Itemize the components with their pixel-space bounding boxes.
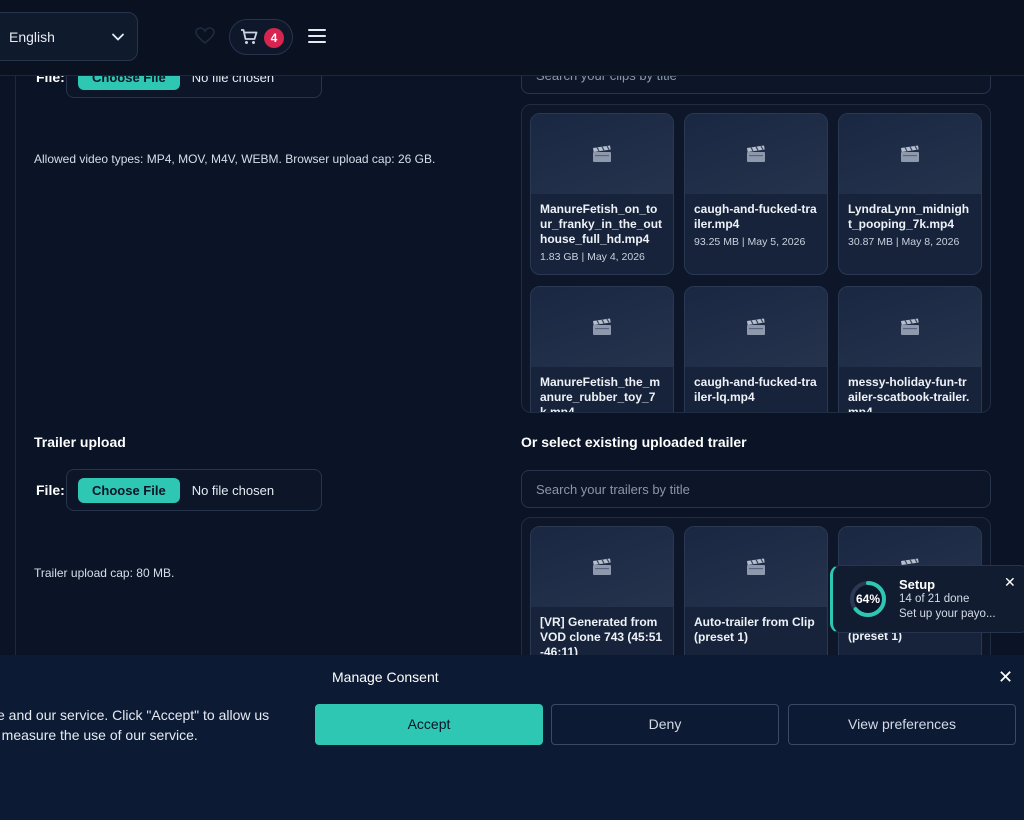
clip-meta: 1.83 GB | May 4, 2026 [540, 251, 645, 263]
close-icon[interactable]: ✕ [998, 667, 1013, 688]
clip-card[interactable]: caugh-and-fucked-trailer-lq.mp4 [684, 286, 828, 412]
clip-card[interactable]: LyndraLynn_midnight_pooping_7k.mp4 30.87… [838, 113, 982, 275]
heart-icon[interactable] [195, 27, 215, 45]
language-select[interactable]: English [0, 12, 138, 61]
trailer-file-row: File: Choose File No file chosen [36, 469, 322, 511]
clip-title: LyndraLynn_midnight_pooping_7k.mp4 [848, 202, 970, 231]
consent-banner: Manage Consent ✕ ite and our service. Cl… [0, 655, 1024, 820]
consent-text: ite and our service. Click "Accept" to a… [0, 705, 300, 745]
clip-upload-note: Allowed video types: MP4, MOV, M4V, WEBM… [34, 152, 436, 166]
trailer-thumbnail [531, 527, 673, 607]
setup-title: Setup [899, 577, 936, 592]
clapperboard-icon [901, 318, 919, 335]
trailer-title: Auto-trailer from Clip (preset 1) [694, 615, 815, 644]
clapperboard-icon [593, 145, 611, 162]
clip-card[interactable]: caugh-and-fucked-trailer.mp4 93.25 MB | … [684, 113, 828, 275]
clip-meta: 93.25 MB | May 5, 2026 [694, 236, 806, 248]
consent-text-line: o measure the use of our service. [0, 727, 198, 743]
clapperboard-icon [747, 318, 765, 335]
setup-description: Set up your payo... [899, 608, 996, 620]
trailer-upload-note: Trailer upload cap: 80 MB. [34, 566, 175, 580]
clip-meta: 30.87 MB | May 8, 2026 [848, 236, 960, 248]
deny-button[interactable]: Deny [551, 704, 779, 745]
clip-card[interactable]: messy-holiday-fun-trailer-scatbook-trail… [838, 286, 982, 413]
cart-count-badge: 4 [264, 28, 284, 48]
clip-title: ManureFetish_the_manure_rubber_toy_7k.mp… [540, 375, 661, 413]
clip-grid: ManureFetish_on_tour_franky_in_the_outho… [521, 104, 991, 413]
trailer-search [521, 470, 991, 508]
clip-title: messy-holiday-fun-trailer-scatbook-trail… [848, 375, 970, 413]
view-preferences-button[interactable]: View preferences [788, 704, 1016, 745]
clip-thumbnail [685, 287, 827, 367]
clip-thumbnail [685, 114, 827, 194]
clip-thumbnail [839, 114, 981, 194]
file-label: File: [36, 482, 65, 498]
clip-card[interactable]: ManureFetish_the_manure_rubber_toy_7k.mp… [530, 286, 674, 413]
consent-text-line: ite and our service. Click "Accept" to a… [0, 707, 270, 723]
clip-thumbnail [531, 287, 673, 367]
clip-title: caugh-and-fucked-trailer-lq.mp4 [694, 375, 817, 404]
setup-progress-widget[interactable]: 64% Setup 14 of 21 done Set up your payo… [830, 565, 1024, 633]
close-icon[interactable]: ✕ [1004, 574, 1016, 591]
no-file-text: No file chosen [191, 482, 275, 498]
clip-thumbnail [531, 114, 673, 194]
trailer-file-input[interactable]: Choose File No file chosen [66, 469, 322, 511]
clip-title: ManureFetish_on_tour_franky_in_the_outho… [540, 202, 663, 246]
consent-title: Manage Consent [332, 669, 439, 685]
cart-button[interactable]: 4 [229, 19, 293, 55]
progress-percent: 64% [855, 592, 881, 606]
cart-icon [241, 29, 258, 44]
clip-thumbnail [839, 287, 981, 367]
choose-file-button[interactable]: Choose File [78, 477, 180, 503]
trailer-upload-heading: Trailer upload [34, 434, 126, 450]
accept-button[interactable]: Accept [315, 704, 543, 745]
language-label: English [9, 28, 55, 45]
hamburger-menu-icon[interactable] [307, 28, 327, 44]
trailer-title: [VR] Generated from VOD clone 743 (45:51… [540, 615, 663, 659]
existing-trailer-heading: Or select existing uploaded trailer [521, 434, 747, 450]
clapperboard-icon [747, 558, 765, 575]
chevron-down-icon [112, 33, 124, 41]
clip-title: caugh-and-fucked-trailer.mp4 [694, 202, 817, 231]
clapperboard-icon [747, 145, 765, 162]
clapperboard-icon [593, 558, 611, 575]
clip-card[interactable]: ManureFetish_on_tour_franky_in_the_outho… [530, 113, 674, 275]
top-bar: English 4 [0, 0, 1024, 76]
trailer-thumbnail [685, 527, 827, 607]
setup-subtitle: 14 of 21 done [899, 593, 970, 605]
clapperboard-icon [593, 318, 611, 335]
trailer-search-input[interactable] [522, 471, 990, 507]
clapperboard-icon [901, 145, 919, 162]
